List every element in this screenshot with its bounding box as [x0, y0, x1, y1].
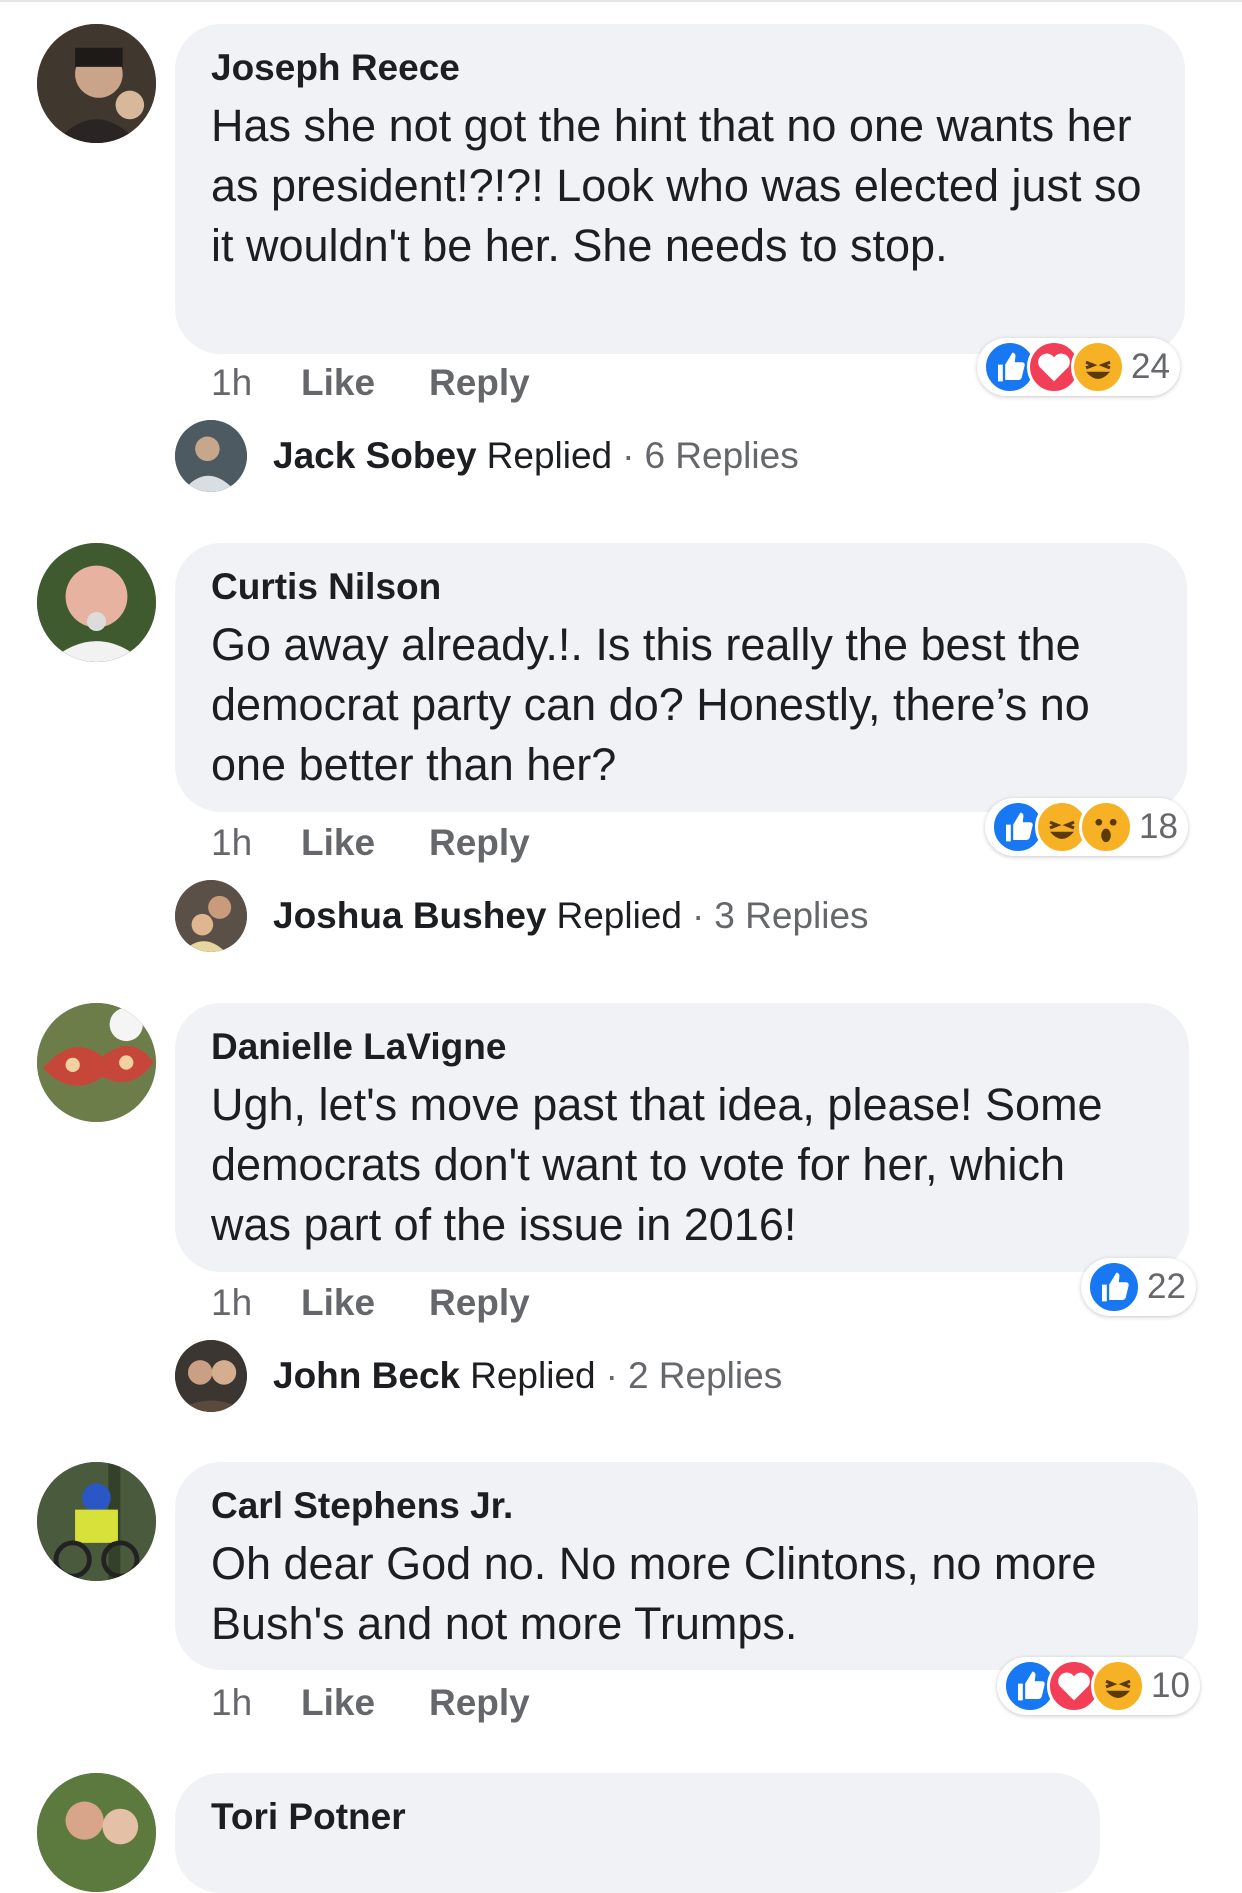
avatar [175, 420, 247, 492]
reaction-count: 10 [1151, 1666, 1190, 1705]
comment-actions: 1h Like Reply [211, 1282, 530, 1324]
comment-bubble[interactable]: Danielle LaVigne Ugh, let's move past th… [175, 1003, 1189, 1272]
reaction-summary[interactable]: 18 [985, 798, 1188, 856]
separator-dot: · [691, 895, 705, 936]
replies-link[interactable]: Joshua Bushey Replied · 3 Replies [175, 880, 869, 952]
comment-time: 1h [211, 1682, 253, 1723]
reply-count[interactable]: 3 Replies [714, 895, 868, 937]
avatar[interactable] [37, 543, 156, 662]
comment-author[interactable]: Carl Stephens Jr. [211, 1484, 1162, 1528]
avatar[interactable] [37, 24, 156, 143]
comment-actions: 1h Like Reply [211, 1682, 530, 1724]
replied-label: Replied [486, 435, 613, 476]
separator-dot: · [622, 435, 635, 476]
reaction-summary[interactable]: 22 [1081, 1258, 1196, 1316]
avatar[interactable] [37, 1462, 156, 1581]
comment-time: 1h [211, 362, 253, 403]
reply-button[interactable]: Reply [429, 362, 530, 404]
replied-label: Replied [470, 1355, 596, 1396]
replier-name[interactable]: Joshua Bushey [273, 895, 546, 937]
replied-label: Replied [556, 895, 682, 936]
replier-name[interactable]: John Beck [273, 1355, 460, 1397]
like-button[interactable]: Like [301, 362, 429, 404]
avatar [175, 1340, 247, 1412]
comment-author[interactable]: Joseph Reece [211, 46, 1149, 90]
comment-author[interactable]: Danielle LaVigne [211, 1025, 1153, 1069]
reply-count[interactable]: 6 Replies [644, 435, 798, 477]
comment-actions: 1h Like Reply [211, 362, 530, 404]
haha-icon [1091, 1659, 1145, 1713]
replier-name[interactable]: Jack Sobey [273, 435, 477, 477]
reaction-count: 22 [1147, 1267, 1186, 1306]
comment-text: Ugh, let's move past that idea, please! … [211, 1079, 1103, 1250]
like-button[interactable]: Like [301, 1282, 429, 1324]
comment-actions: 1h Like Reply [211, 822, 530, 864]
reaction-count: 24 [1131, 347, 1170, 386]
comment-bubble[interactable]: Tori Potner [175, 1773, 1100, 1893]
replies-link[interactable]: John Beck Replied · 2 Replies [175, 1340, 782, 1412]
like-button[interactable]: Like [301, 1682, 429, 1724]
wow-icon [1079, 800, 1133, 854]
comment-time: 1h [211, 1282, 253, 1323]
reply-button[interactable]: Reply [429, 1282, 530, 1324]
reply-count[interactable]: 2 Replies [628, 1355, 782, 1397]
replies-link[interactable]: Jack Sobey Replied · 6 Replies [175, 420, 799, 492]
comment-text: Go away already.!. Is this really the be… [211, 619, 1090, 790]
reply-button[interactable]: Reply [429, 822, 530, 864]
reaction-count: 18 [1139, 807, 1178, 846]
like-button[interactable]: Like [301, 822, 429, 864]
comment-bubble[interactable]: Curtis Nilson Go away already.!. Is this… [175, 543, 1187, 812]
top-divider [0, 0, 1242, 2]
avatar [175, 880, 247, 952]
comment-text: Has she not got the hint that no one wan… [211, 100, 1142, 271]
haha-icon [1071, 340, 1125, 394]
avatar[interactable] [37, 1003, 156, 1122]
comment-author[interactable]: Tori Potner [211, 1795, 1064, 1839]
like-icon [1087, 1260, 1141, 1314]
comment-bubble[interactable]: Joseph Reece Has she not got the hint th… [175, 24, 1185, 354]
comment-time: 1h [211, 822, 253, 863]
comment-bubble[interactable]: Carl Stephens Jr. Oh dear God no. No mor… [175, 1462, 1198, 1670]
reply-button[interactable]: Reply [429, 1682, 530, 1724]
comment-author[interactable]: Curtis Nilson [211, 565, 1151, 609]
separator-dot: · [605, 1355, 618, 1396]
comment-text: Oh dear God no. No more Clintons, no mor… [211, 1538, 1097, 1649]
reaction-summary[interactable]: 10 [997, 1657, 1200, 1715]
avatar[interactable] [37, 1773, 156, 1892]
reaction-summary[interactable]: 24 [977, 338, 1180, 396]
